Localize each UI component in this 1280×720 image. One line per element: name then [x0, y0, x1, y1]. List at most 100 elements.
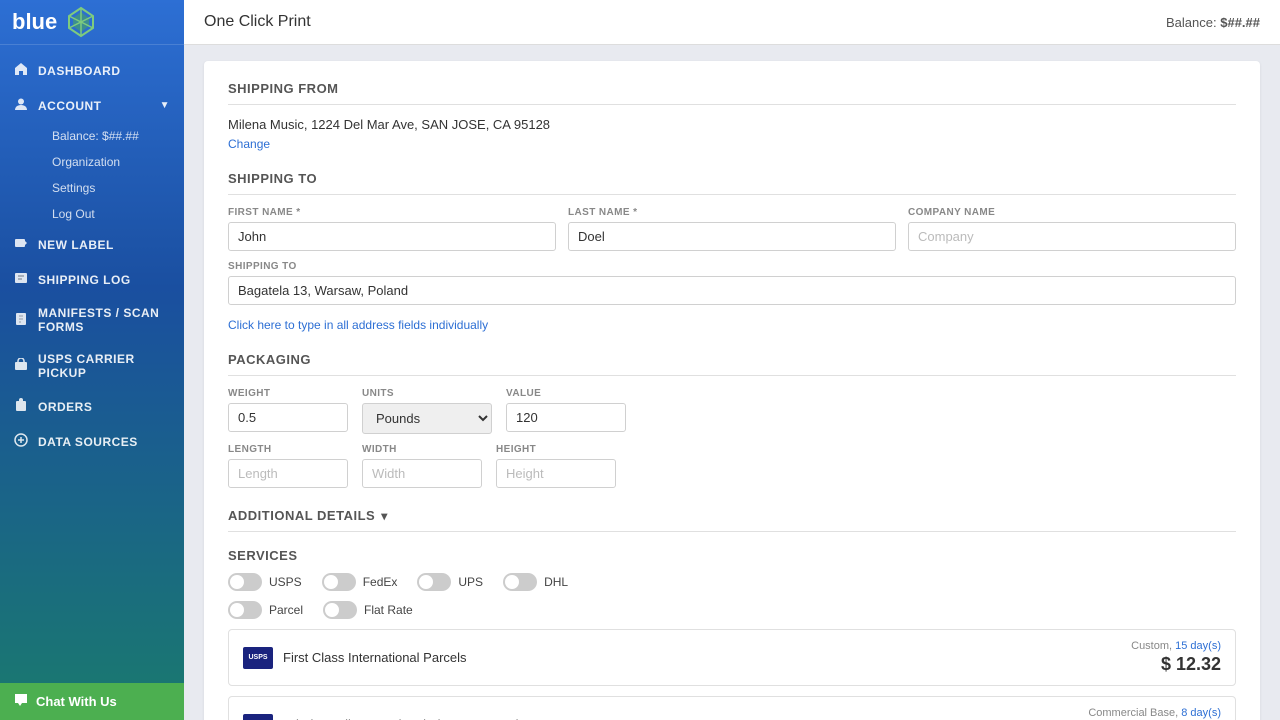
first-name-label: FIRST NAME * — [228, 207, 556, 218]
shipping-to-address-label: SHIPPING TO — [228, 261, 1236, 272]
sidebar-item-manifests[interactable]: MANIFESTS / SCAN FORMS — [0, 297, 184, 343]
usps-logo-priority: USPS — [243, 714, 273, 720]
chat-button[interactable]: Chat With Us — [0, 683, 184, 720]
sidebar-item-organization[interactable]: Organization — [38, 149, 184, 175]
units-group: UNITS Pounds Ounces Kilograms Grams — [362, 388, 492, 434]
sidebar-item-shipping-log[interactable]: SHIPPING LOG — [0, 262, 184, 297]
width-input[interactable] — [362, 459, 482, 488]
priority-days[interactable]: 8 day(s) — [1181, 707, 1221, 719]
chat-label: Chat With Us — [36, 694, 117, 709]
main-content: One Click Print Balance: $##.## SHIPPING… — [184, 0, 1280, 720]
shipping-from-address: Milena Music, 1224 Del Mar Ave, SAN JOSE… — [228, 117, 1236, 132]
weight-input[interactable] — [228, 403, 348, 432]
dhl-toggle[interactable] — [503, 573, 537, 591]
services-row-1: USPS FedEx UPS DHL — [228, 573, 1236, 591]
shipping-from-title: SHIPPING FROM — [228, 81, 1236, 105]
sidebar-item-manifests-label: MANIFESTS / SCAN FORMS — [38, 306, 170, 334]
units-select[interactable]: Pounds Ounces Kilograms Grams — [362, 403, 492, 434]
chevron-right-icon: ▼ — [160, 100, 170, 111]
units-label: UNITS — [362, 388, 492, 399]
flat-rate-toggle[interactable] — [323, 601, 357, 619]
packaging-title: PACKAGING — [228, 352, 1236, 376]
value-group: VALUE — [506, 388, 626, 434]
shipping-to-address-input[interactable] — [228, 276, 1236, 305]
height-input[interactable] — [496, 459, 616, 488]
sidebar-item-dashboard[interactable]: DASHBOARD — [0, 53, 184, 88]
dhl-toggle-group: DHL — [503, 573, 568, 591]
parcel-toggle-group: Parcel — [228, 601, 303, 619]
result-first-class-right: Custom, 15 day(s) $ 12.32 — [1131, 640, 1221, 675]
sidebar-item-new-label[interactable]: NEW LABEL — [0, 227, 184, 262]
ups-toggle[interactable] — [417, 573, 451, 591]
additional-details-label: ADDITIONAL DETAILS — [228, 508, 375, 523]
first-name-group: FIRST NAME * — [228, 207, 556, 251]
height-label: HEIGHT — [496, 444, 616, 455]
packaging-dimensions-row: LENGTH WIDTH HEIGHT — [228, 444, 1236, 488]
chevron-down-icon: ▾ — [381, 509, 388, 523]
click-here-link[interactable]: Click here to type in all address fields… — [228, 318, 488, 332]
label-icon — [14, 236, 28, 253]
height-group: HEIGHT — [496, 444, 616, 488]
page-title: One Click Print — [204, 13, 311, 31]
services-section: SERVICES USPS FedEx UPS — [228, 548, 1236, 619]
topbar: One Click Print Balance: $##.## — [184, 0, 1280, 45]
sidebar-item-orders[interactable]: ORDERS — [0, 389, 184, 424]
width-label: WIDTH — [362, 444, 482, 455]
usps-pickup-icon — [14, 358, 28, 375]
result-priority-mail-left: USPS Priority Mail International Flat Ra… — [243, 714, 540, 720]
sidebar-item-orders-label: ORDERS — [38, 400, 92, 414]
result-first-class-left: USPS First Class International Parcels — [243, 647, 467, 669]
company-input[interactable] — [908, 222, 1236, 251]
result-priority-mail[interactable]: USPS Priority Mail International Flat Ra… — [228, 696, 1236, 720]
result-first-class-name: First Class International Parcels — [283, 650, 467, 665]
value-label: VALUE — [506, 388, 626, 399]
sidebar-item-data-sources-label: DATA SOURCES — [38, 435, 138, 449]
shipping-results: USPS First Class International Parcels C… — [228, 629, 1236, 720]
sidebar-item-data-sources[interactable]: DATA SOURCES — [0, 424, 184, 459]
sidebar-item-shipping-log-label: SHIPPING LOG — [38, 273, 131, 287]
length-group: LENGTH — [228, 444, 348, 488]
manifests-icon — [14, 312, 28, 329]
usps-logo-first-class: USPS — [243, 647, 273, 669]
data-sources-icon — [14, 433, 28, 450]
home-icon — [14, 62, 28, 79]
services-row-2: Parcel Flat Rate — [228, 601, 1236, 619]
sidebar-item-usps-pickup-label: USPS CARRIER PICKUP — [38, 352, 170, 380]
last-name-input[interactable] — [568, 222, 896, 251]
parcel-toggle[interactable] — [228, 601, 262, 619]
additional-details-toggle[interactable]: ADDITIONAL DETAILS ▾ — [228, 508, 1236, 532]
result-first-class[interactable]: USPS First Class International Parcels C… — [228, 629, 1236, 686]
sidebar-item-balance[interactable]: Balance: $##.## — [38, 123, 184, 149]
ups-toggle-group: UPS — [417, 573, 483, 591]
services-title: SERVICES — [228, 548, 1236, 563]
content-area: SHIPPING FROM Milena Music, 1224 Del Mar… — [184, 45, 1280, 720]
shipping-log-icon — [14, 271, 28, 288]
flat-rate-label: Flat Rate — [364, 603, 413, 617]
value-input[interactable] — [506, 403, 626, 432]
width-group: WIDTH — [362, 444, 482, 488]
sidebar-item-logout[interactable]: Log Out — [38, 201, 184, 227]
sidebar-logo: blue — [0, 0, 184, 45]
sidebar-item-settings[interactable]: Settings — [38, 175, 184, 201]
sidebar-item-dashboard-label: DASHBOARD — [38, 64, 121, 78]
parcel-label: Parcel — [269, 603, 303, 617]
usps-toggle-group: USPS — [228, 573, 302, 591]
fedex-toggle[interactable] — [322, 573, 356, 591]
length-input[interactable] — [228, 459, 348, 488]
balance-display: Balance: $##.## — [1166, 15, 1260, 30]
first-class-days[interactable]: 15 day(s) — [1175, 640, 1221, 652]
usps-label: USPS — [269, 575, 302, 589]
brand-name: blue — [12, 9, 57, 35]
sidebar-item-usps-pickup[interactable]: USPS CARRIER PICKUP — [0, 343, 184, 389]
first-name-input[interactable] — [228, 222, 556, 251]
sidebar-item-new-label-text: NEW LABEL — [38, 238, 114, 252]
ups-label: UPS — [458, 575, 483, 589]
weight-group: WEIGHT — [228, 388, 348, 434]
usps-toggle[interactable] — [228, 573, 262, 591]
fedex-toggle-group: FedEx — [322, 573, 398, 591]
change-address-link[interactable]: Change — [228, 137, 270, 151]
shipping-from-section: SHIPPING FROM Milena Music, 1224 Del Mar… — [228, 81, 1236, 151]
orders-icon — [14, 398, 28, 415]
sidebar-item-account[interactable]: ACCOUNT ▼ — [0, 88, 184, 123]
main-form-card: SHIPPING FROM Milena Music, 1224 Del Mar… — [204, 61, 1260, 720]
